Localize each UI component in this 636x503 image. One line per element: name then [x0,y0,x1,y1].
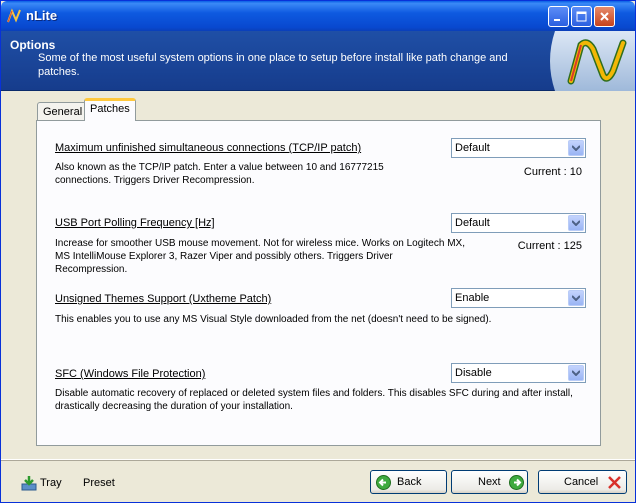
minimize-button[interactable] [548,6,569,27]
close-icon [600,12,609,21]
usb-polling-description: Increase for smoother USB mouse movement… [55,238,465,275]
page-description: Some of the most useful system options i… [38,52,508,78]
next-label: Next [478,476,501,488]
chevron-down-icon[interactable] [568,215,584,231]
patches-panel: Maximum unfinished simultaneous connecti… [36,120,601,446]
chevron-down-icon[interactable] [568,365,584,381]
chevron-down-icon[interactable] [568,140,584,156]
tab-patches[interactable]: Patches [84,98,136,121]
sfc-value: Disable [455,367,492,379]
tcpip-current-value: Current : 10 [523,166,582,178]
close-button[interactable] [594,6,615,27]
tray-label: Tray [40,477,62,489]
back-label: Back [397,476,422,488]
uxtheme-patch-title: Unsigned Themes Support (Uxtheme Patch) [55,293,272,305]
wizard-footer: Tray Preset Back Next Cancel [1,459,635,502]
cancel-button[interactable]: Cancel [538,470,627,494]
maximize-icon [576,11,587,22]
usb-polling-current-value: Current : 125 [517,240,582,252]
content-area: General Patches Maximum unfinished simul… [1,92,635,459]
tcpip-patch-select[interactable]: Default [451,138,586,158]
window-title: nLite [26,8,58,23]
maximize-button[interactable] [571,6,592,27]
minimize-icon [554,19,560,21]
page-header: Options Some of the most useful system o… [1,31,635,91]
sfc-description: Disable automatic recovery of replaced o… [55,388,573,412]
title-bar[interactable]: nLite [1,1,635,31]
sfc-select[interactable]: Disable [451,363,586,383]
usb-polling-title: USB Port Polling Frequency [Hz] [55,217,215,229]
uxtheme-patch-description: This enables you to use any MS Visual St… [55,314,492,325]
tab-general[interactable]: General [37,102,89,121]
chevron-down-icon[interactable] [568,290,584,306]
nlite-app-icon [7,8,21,23]
tcpip-patch-title: Maximum unfinished simultaneous connecti… [55,142,362,154]
nlite-logo-icon [550,31,635,91]
back-button[interactable]: Back [370,470,447,494]
usb-polling-select[interactable]: Default [451,213,586,233]
next-arrow-icon [509,475,524,490]
page-title: Options [10,38,56,52]
tray-button[interactable]: Tray [21,475,62,491]
cancel-x-icon [608,476,621,489]
back-arrow-icon [376,475,391,490]
uxtheme-patch-select[interactable]: Enable [451,288,586,308]
preset-button[interactable]: Preset [83,477,115,489]
uxtheme-patch-value: Enable [455,292,490,304]
usb-polling-value: Default [455,217,490,229]
cancel-label: Cancel [564,476,599,488]
nlite-window: nLite Options Some of the most useful sy… [0,0,636,503]
tcpip-patch-description: Also known as the TCP/IP patch. Enter a … [55,162,384,186]
next-button[interactable]: Next [451,470,528,494]
sfc-title: SFC (Windows File Protection) [55,368,206,380]
tcpip-patch-value: Default [455,142,490,154]
tray-icon [21,476,37,491]
